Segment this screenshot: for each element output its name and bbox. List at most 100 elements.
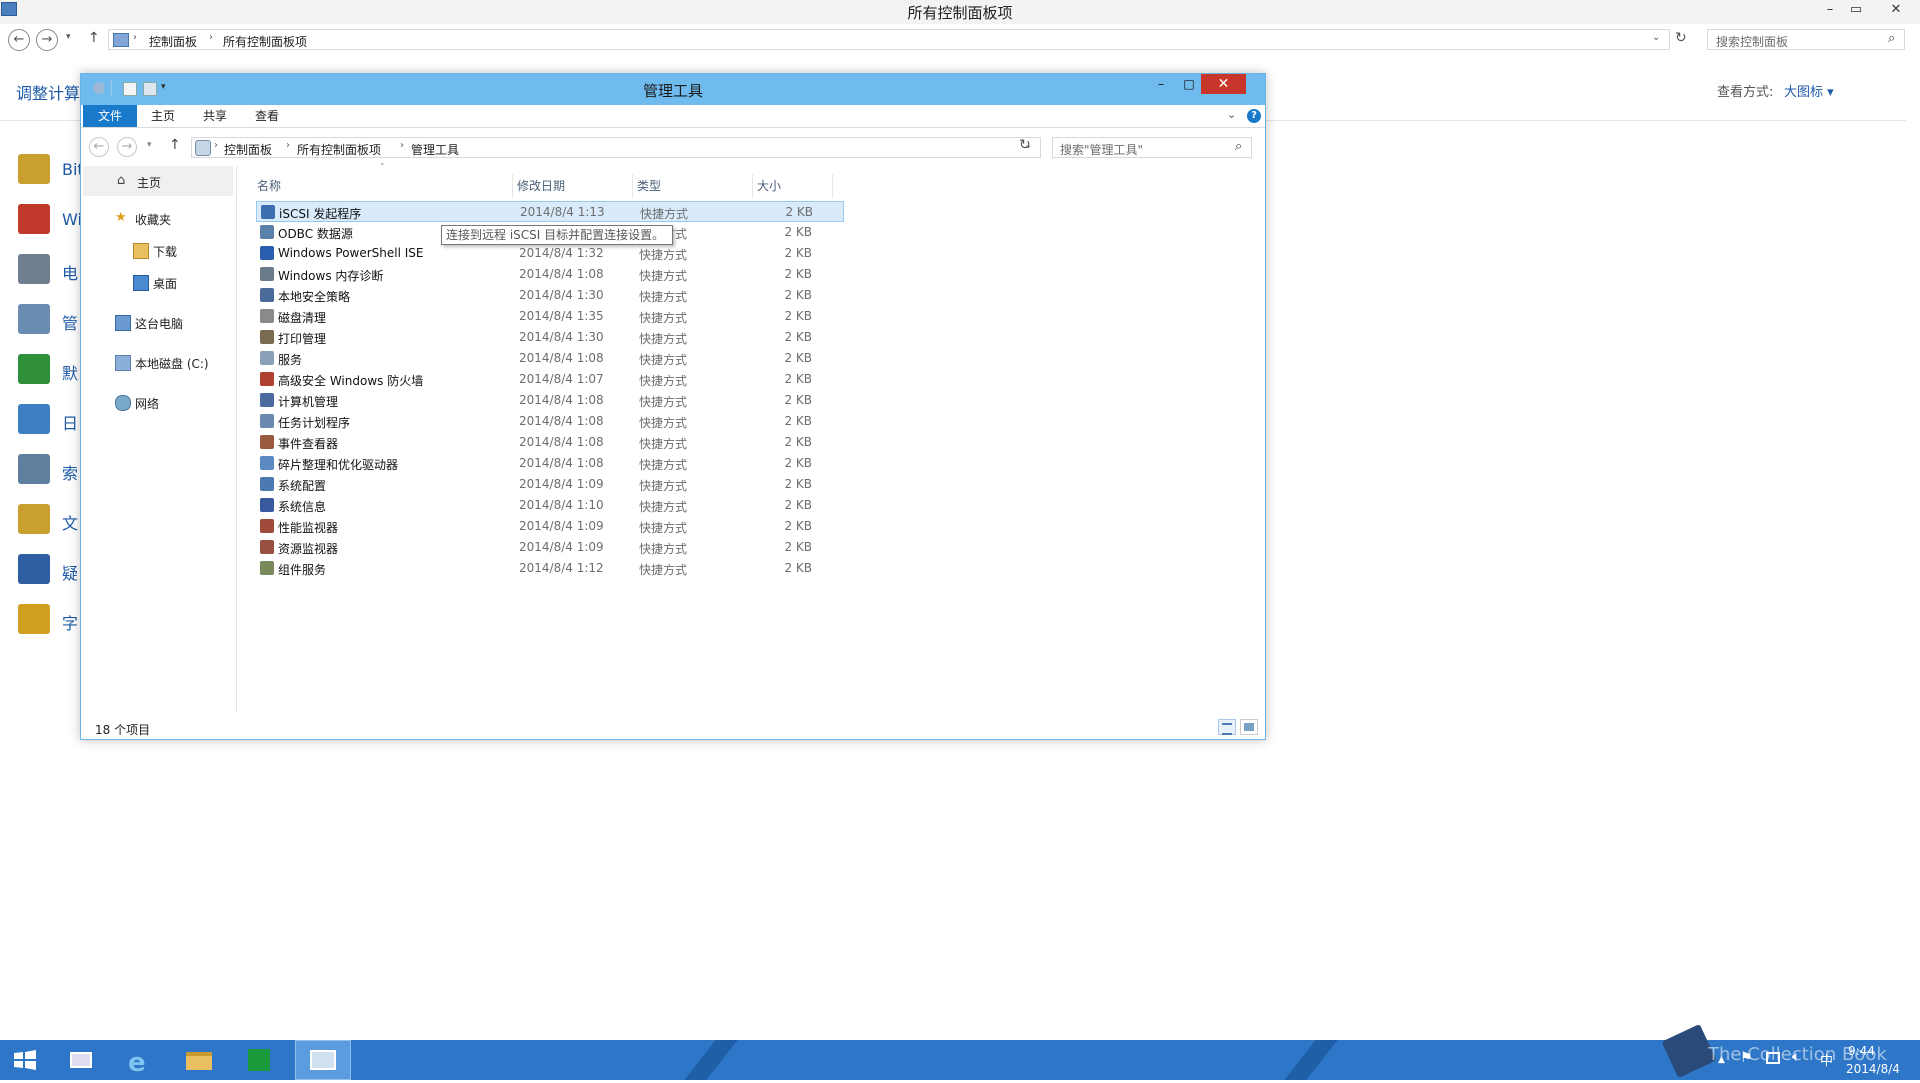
taskbar-store[interactable] [232, 1040, 288, 1080]
tab-view[interactable]: 查看 [245, 105, 289, 127]
file-row[interactable]: 高级安全 Windows 防火墙 2014/8/4 1:07 快捷方式 2 KB [256, 369, 844, 390]
bg-back-button[interactable]: ← [8, 29, 30, 51]
column-header-date[interactable]: 修改日期 [513, 174, 633, 198]
close-button[interactable]: ✕ [1201, 74, 1246, 94]
file-row[interactable]: 服务 2014/8/4 1:08 快捷方式 2 KB [256, 348, 844, 369]
file-row[interactable]: 组件服务 2014/8/4 1:12 快捷方式 2 KB [256, 558, 844, 579]
control-panel-item-icon [18, 554, 50, 584]
file-row[interactable]: Windows 内存诊断 2014/8/4 1:08 快捷方式 2 KB [256, 264, 844, 285]
control-panel-item[interactable]: 疑 [18, 550, 88, 590]
control-panel-item[interactable]: Wi [18, 200, 88, 240]
file-row[interactable]: 计算机管理 2014/8/4 1:08 快捷方式 2 KB [256, 390, 844, 411]
breadcrumb-control-panel[interactable]: 控制面板 [224, 141, 272, 158]
flag-icon[interactable]: ⚑ [1740, 1050, 1753, 1066]
tab-file[interactable]: 文件 [83, 105, 137, 127]
drive-icon [115, 355, 131, 371]
control-panel-item[interactable]: 文 [18, 500, 88, 540]
tab-share[interactable]: 共享 [193, 105, 237, 127]
address-bar[interactable]: › 控制面板 › 所有控制面板项 › 管理工具 ⌄ [191, 137, 1041, 158]
nav-network[interactable]: 网络 [115, 393, 235, 413]
minimize-button[interactable]: – [1147, 74, 1175, 94]
taskbar [0, 1040, 1920, 1080]
file-size: 2 KB [784, 372, 812, 386]
nav-favorites[interactable]: ★ 收藏夹 [115, 209, 235, 229]
control-panel-item[interactable]: 字 [18, 600, 88, 640]
up-button[interactable]: ↑ [169, 137, 181, 153]
control-panel-item[interactable]: 电 [18, 250, 88, 290]
shortcut-icon [261, 205, 275, 219]
taskbar-server-manager[interactable] [56, 1040, 112, 1080]
speaker-icon[interactable]: 🔈︎ [1792, 1049, 1800, 1065]
show-hidden-icons-chevron-icon[interactable]: ▲ [1718, 1055, 1725, 1065]
file-row[interactable]: Windows PowerShell ISE 2014/8/4 1:32 快捷方式 2… [256, 243, 844, 264]
bg-view-by-dropdown[interactable]: 大图标 ▾ [1784, 81, 1834, 100]
chevron-down-icon[interactable]: ⌄ [1652, 32, 1660, 43]
bg-restore-button[interactable]: ▭ [1843, 0, 1869, 20]
file-type: 快捷方式 [639, 500, 688, 514]
file-row[interactable]: 任务计划程序 2014/8/4 1:08 快捷方式 2 KB [256, 411, 844, 432]
network-tray-icon[interactable] [1766, 1052, 1780, 1064]
column-header-name[interactable]: 名称 [253, 174, 513, 198]
control-panel-item[interactable]: Bit [18, 150, 88, 190]
search-input[interactable]: 搜索"管理工具" ⌕ [1052, 137, 1252, 158]
star-icon: ★ [115, 210, 127, 225]
control-panel-item[interactable]: 管 [18, 300, 88, 340]
forward-button[interactable]: → [117, 137, 137, 157]
file-date: 2014/8/4 1:09 [519, 477, 604, 491]
nav-downloads[interactable]: 下载 [133, 241, 233, 261]
file-row[interactable]: 性能监视器 2014/8/4 1:09 快捷方式 2 KB [256, 516, 844, 537]
column-header-size[interactable]: 大小 [753, 174, 833, 198]
breadcrumb-all-items[interactable]: 所有控制面板项 [297, 141, 381, 158]
control-panel-item[interactable]: 默 [18, 350, 88, 390]
file-row[interactable]: 事件查看器 2014/8/4 1:08 快捷方式 2 KB [256, 432, 844, 453]
bg-up-button[interactable]: ↑ [88, 30, 100, 46]
back-button[interactable]: ← [89, 137, 109, 157]
file-date: 2014/8/4 1:08 [519, 267, 604, 281]
file-row[interactable]: iSCSI 发起程序 2014/8/4 1:13 快捷方式 2 KB [256, 201, 844, 222]
maximize-button[interactable]: □ [1175, 74, 1203, 94]
nav-desktop[interactable]: 桌面 [133, 273, 233, 293]
nav-home[interactable]: ⌂ 主页 [83, 166, 233, 196]
large-icons-view-button[interactable] [1240, 719, 1258, 735]
nav-this-pc[interactable]: 这台电脑 [115, 313, 235, 333]
control-panel-item[interactable]: 索 [18, 450, 88, 490]
nav-local-disk[interactable]: 本地磁盘 (C:) [115, 353, 235, 373]
start-button[interactable] [0, 1040, 56, 1080]
help-icon[interactable]: ? [1247, 109, 1261, 123]
bg-recent-dropdown-icon[interactable]: ▾ [66, 32, 71, 42]
recent-locations-dropdown-icon[interactable]: ▾ [147, 140, 152, 150]
file-row[interactable]: 磁盘清理 2014/8/4 1:35 快捷方式 2 KB [256, 306, 844, 327]
file-row[interactable]: 打印管理 2014/8/4 1:30 快捷方式 2 KB [256, 327, 844, 348]
file-row[interactable]: 资源监视器 2014/8/4 1:09 快捷方式 2 KB [256, 537, 844, 558]
taskbar-control-panel[interactable] [295, 1040, 351, 1080]
breadcrumb-admin-tools[interactable]: 管理工具 [411, 141, 459, 158]
status-item-count: 18 个项目 [95, 723, 151, 737]
taskbar-internet-explorer[interactable]: e [112, 1040, 168, 1080]
control-panel-item-icon [18, 304, 50, 334]
file-row[interactable]: 本地安全策略 2014/8/4 1:30 快捷方式 2 KB [256, 285, 844, 306]
details-view-button[interactable] [1218, 719, 1236, 735]
bg-breadcrumb-control-panel[interactable]: 控制面板 [149, 33, 197, 50]
file-row[interactable]: 系统配置 2014/8/4 1:09 快捷方式 2 KB [256, 474, 844, 495]
file-row[interactable]: 系统信息 2014/8/4 1:10 快捷方式 2 KB [256, 495, 844, 516]
bg-breadcrumb-all-items[interactable]: 所有控制面板项 [223, 33, 307, 50]
search-icon[interactable]: ⌕ [1235, 139, 1242, 154]
bg-forward-button[interactable]: → [36, 29, 58, 51]
bg-search-input[interactable]: 搜索控制面板 ⌕ [1707, 29, 1905, 50]
control-panel-item[interactable]: 日 [18, 400, 88, 440]
bg-close-button[interactable]: ✕ [1880, 0, 1912, 20]
taskbar-file-explorer[interactable] [172, 1040, 228, 1080]
ime-indicator[interactable]: 中 [1820, 1050, 1833, 1069]
sort-ascending-icon: ˄ [380, 163, 385, 173]
bg-address-bar[interactable]: › 控制面板 › 所有控制面板项 ⌄ [108, 29, 1670, 50]
expand-ribbon-chevron-icon[interactable]: ⌄ [1227, 108, 1236, 121]
file-row[interactable]: 碎片整理和优化驱动器 2014/8/4 1:08 快捷方式 2 KB [256, 453, 844, 474]
search-icon[interactable]: ⌕ [1888, 31, 1895, 46]
tab-home[interactable]: 主页 [141, 105, 185, 127]
bg-refresh-icon[interactable]: ↻ [1675, 30, 1687, 46]
tray-time[interactable]: 9:44 [1848, 1044, 1875, 1058]
refresh-icon[interactable]: ↻ [1019, 137, 1031, 153]
column-header-type[interactable]: 类型 [633, 174, 753, 198]
bg-minimize-button[interactable]: – [1817, 0, 1843, 20]
tray-date[interactable]: 2014/8/4 [1846, 1062, 1900, 1076]
